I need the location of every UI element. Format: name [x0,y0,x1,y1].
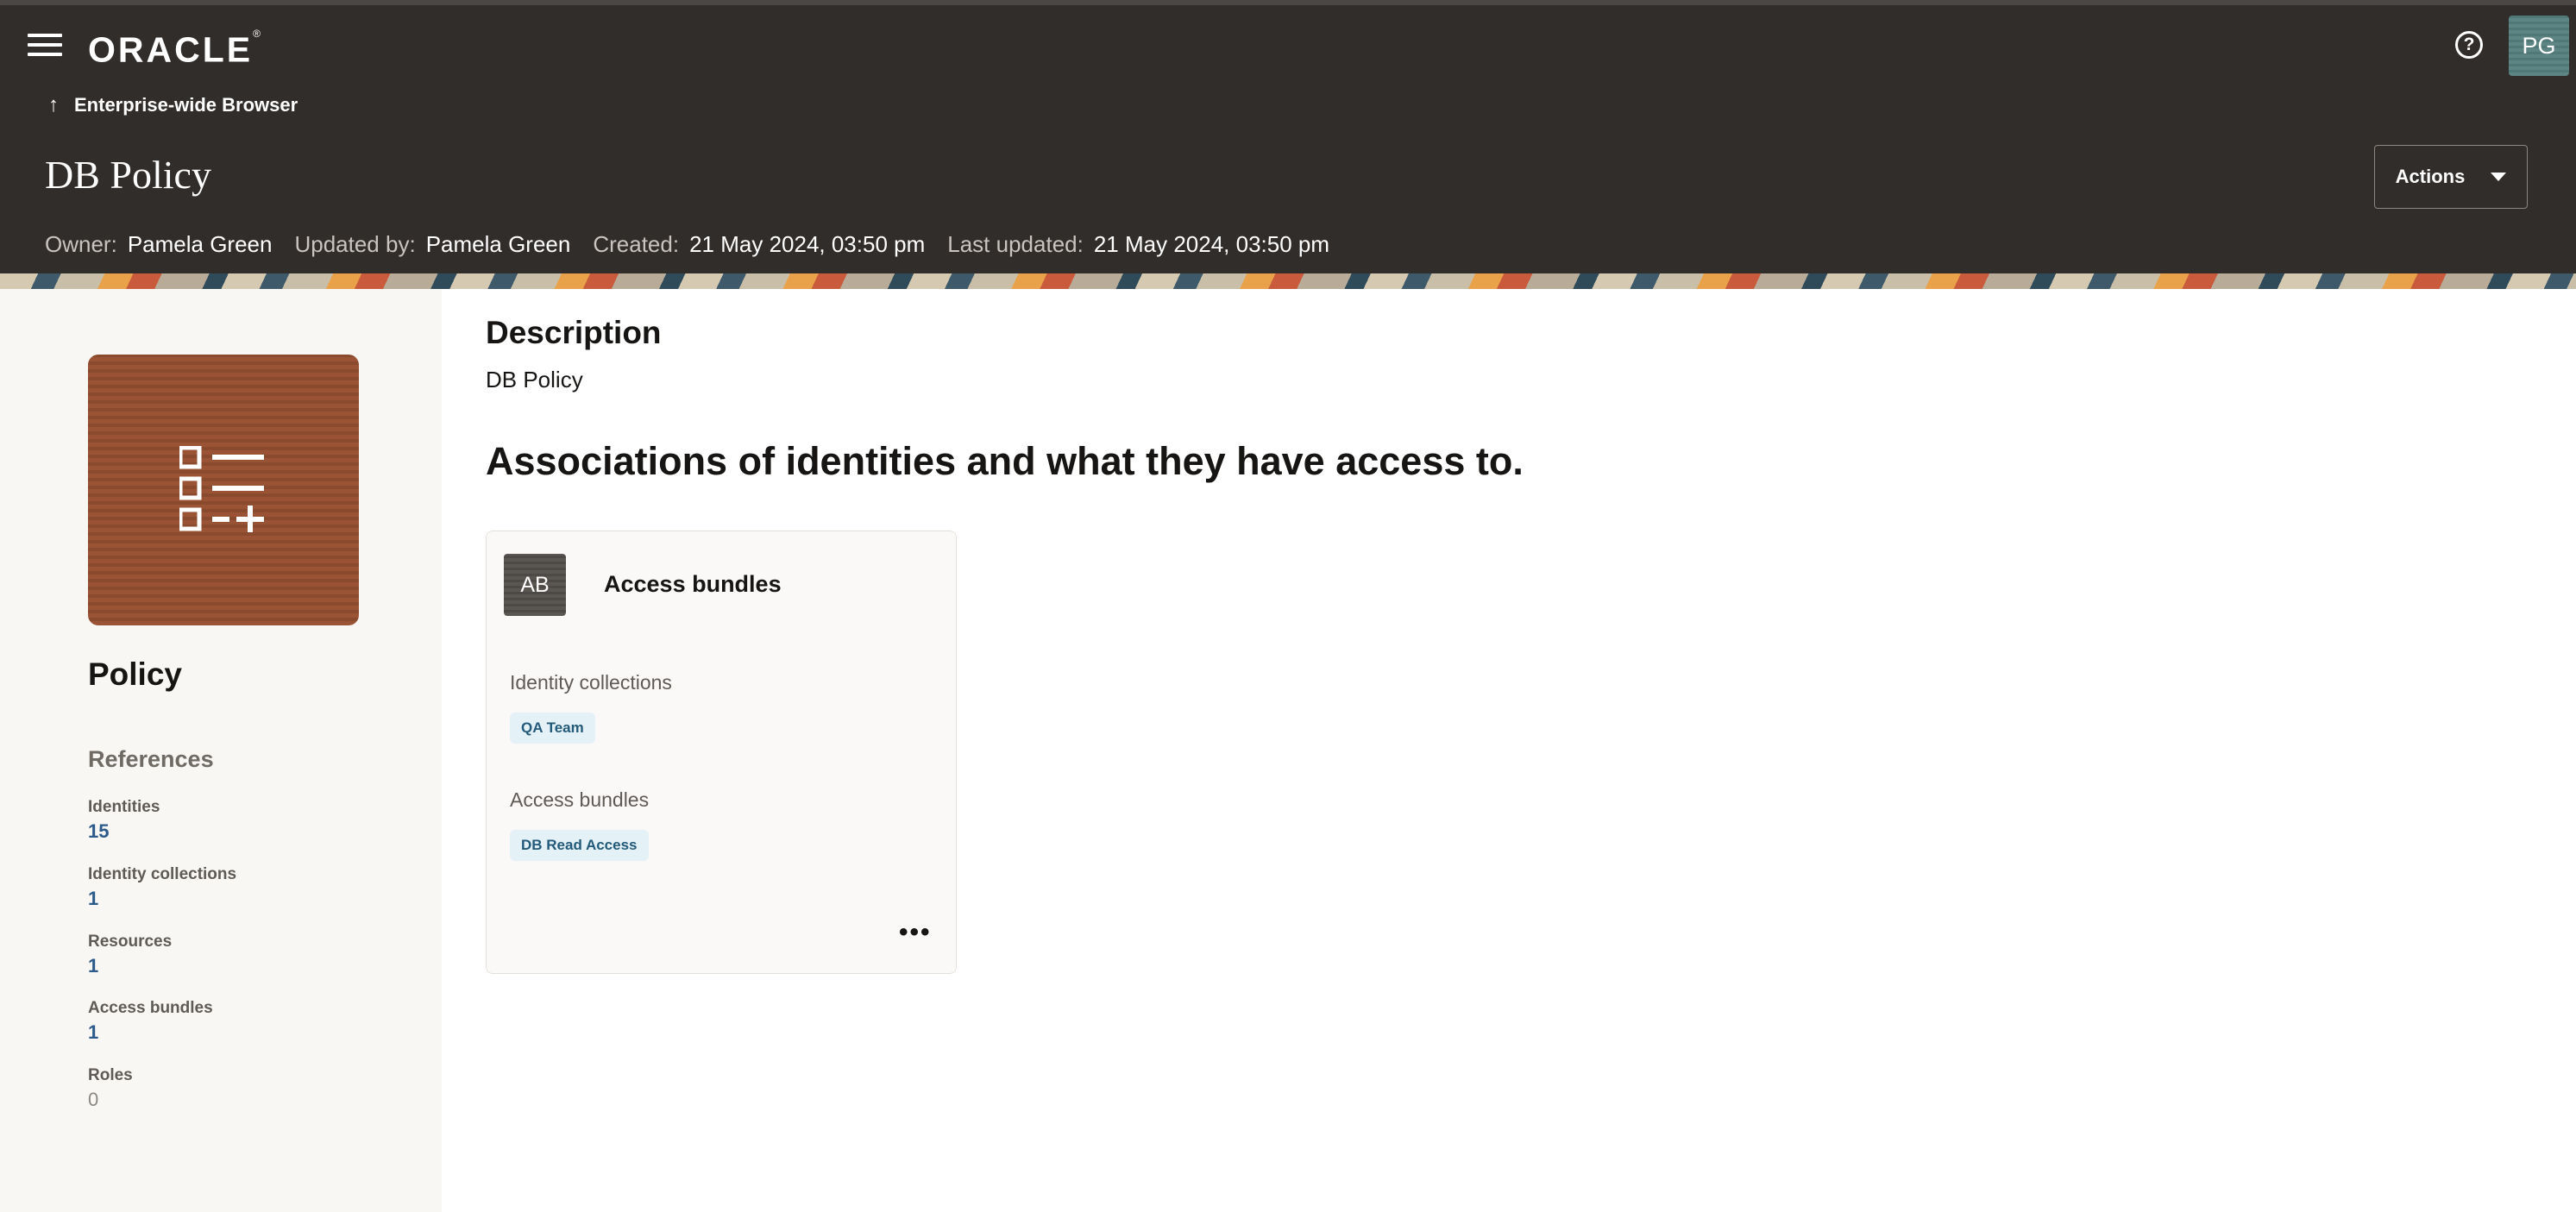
card-title: Access bundles [604,571,782,597]
identity-collections-label: Identity collections [510,671,672,694]
user-avatar[interactable]: PG [2509,16,2569,76]
hamburger-menu-icon[interactable] [28,29,62,60]
meta-updated-by-value: Pamela Green [425,231,571,257]
arrow-up-icon: ↑ [48,93,59,116]
reference-count-link[interactable]: 1 [88,955,172,977]
meta-created-key: Created: [593,231,680,257]
meta-owner-value: Pamela Green [127,231,273,257]
reference-label: Resources [88,933,173,951]
actions-label: Actions [2395,166,2466,187]
page-header: ORACLE® ? PG ↑ Enterprise-wide Browser D… [0,5,2576,273]
meta-updated-by-key: Updated by: [294,231,416,257]
reference-resources: Resources 1 [88,933,172,977]
reference-identities: Identities 15 [88,798,160,843]
references-heading: References [88,746,214,772]
more-options-icon[interactable]: ••• [899,920,932,945]
object-type-label: Policy [88,656,182,692]
reference-count-link[interactable]: 1 [88,888,236,910]
meta-last-updated-value: 21 May 2024, 03:50 pm [1093,231,1330,257]
policy-list-icon [179,446,264,532]
actions-button[interactable]: Actions [2374,145,2528,209]
metadata-row: Owner: Pamela Green Updated by: Pamela G… [45,231,1352,258]
access-bundles-label: Access bundles [510,788,650,811]
reference-label: Access bundles [88,999,213,1017]
access-bundle-chip[interactable]: DB Read Access [510,830,649,861]
access-bundle-card[interactable]: AB Access bundles Identity collections Q… [486,531,957,974]
back-link-enterprise-browser[interactable]: ↑ Enterprise-wide Browser [48,93,298,117]
reference-label: Roles [88,1066,133,1084]
description-text: DB Policy [486,367,583,392]
decorative-banner [0,273,2576,289]
back-link-label: Enterprise-wide Browser [74,94,298,116]
reference-access-bundles: Access bundles 1 [88,999,213,1044]
reference-count: 0 [88,1089,99,1110]
sidebar: Policy References Identities 15 Identity… [0,289,442,1212]
reference-roles: Roles 0 [88,1066,133,1111]
reference-identity-collections: Identity collections 1 [88,865,236,910]
oracle-logo[interactable]: ORACLE® [88,24,261,70]
reference-count-link[interactable]: 15 [88,820,160,843]
associations-heading: Associations of identities and what they… [486,439,1524,483]
policy-tile [88,355,359,625]
card-badge: AB [504,554,566,616]
meta-last-updated-key: Last updated: [947,231,1084,257]
reference-count-link[interactable]: 1 [88,1021,213,1044]
meta-created-value: 21 May 2024, 03:50 pm [689,231,926,257]
help-icon[interactable]: ? [2455,31,2483,59]
description-heading: Description [486,315,662,350]
identity-collection-chip[interactable]: QA Team [510,713,595,744]
caret-down-icon [2491,173,2507,181]
reference-label: Identities [88,798,160,816]
reference-label: Identity collections [88,865,237,883]
meta-owner-key: Owner: [45,231,117,257]
page-title: DB Policy [45,153,211,197]
